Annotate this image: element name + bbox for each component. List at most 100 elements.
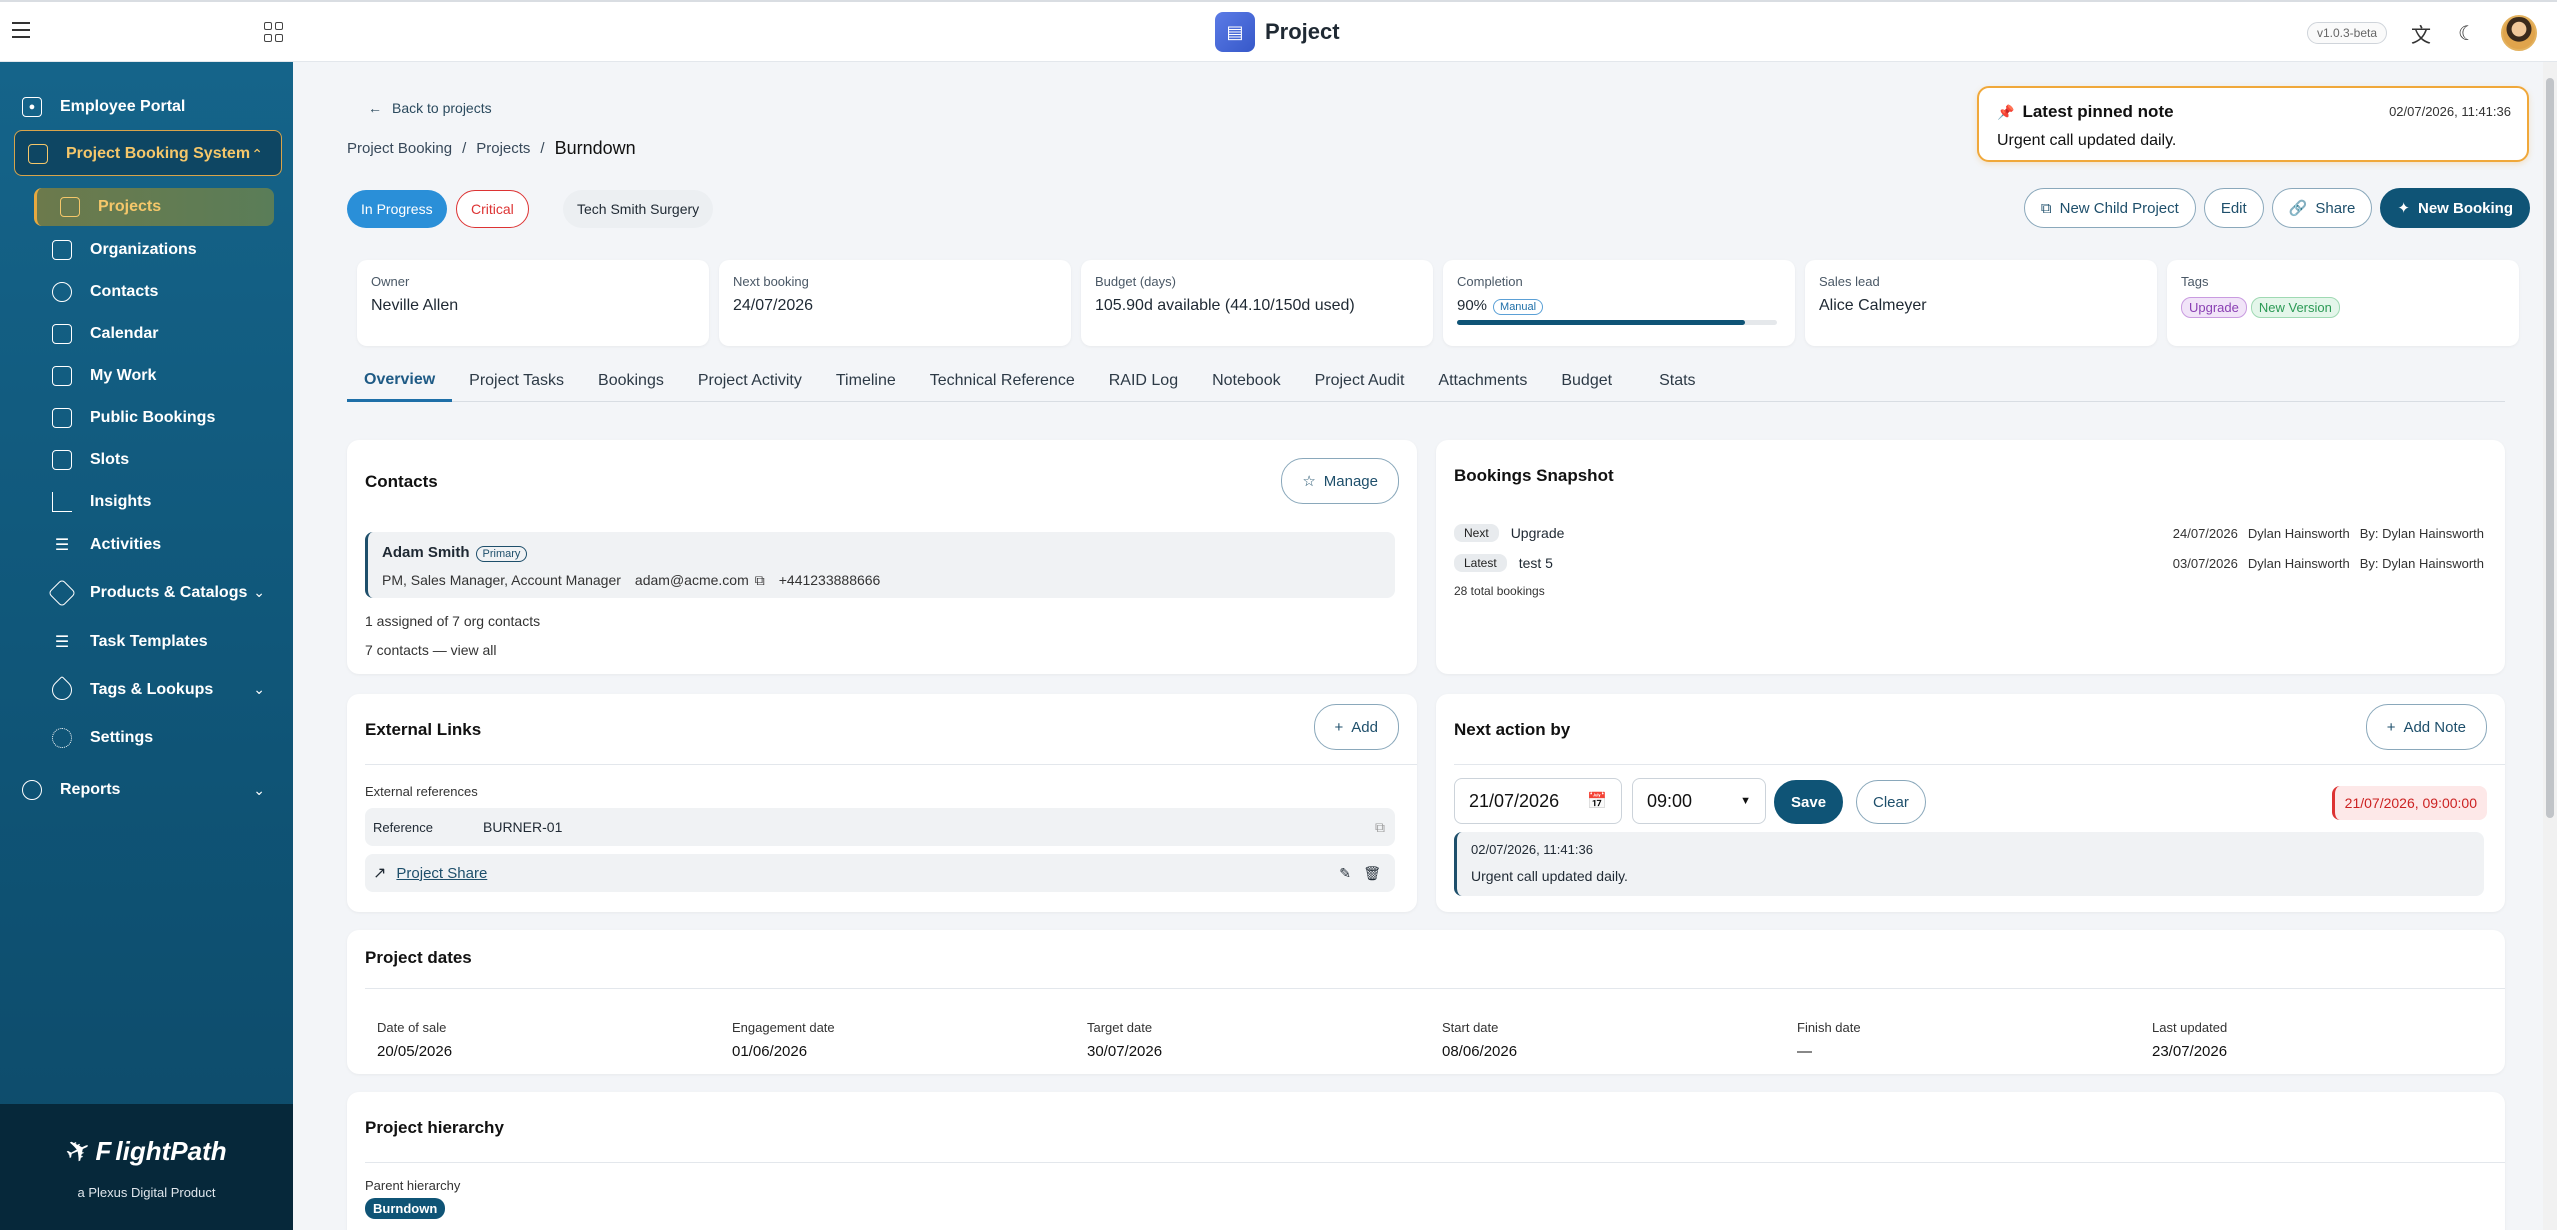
primary-contact-row[interactable]: Adam Smith Primary PM, Sales Manager, Acc… (365, 532, 1395, 598)
back-to-projects-link[interactable]: ← Back to projects (368, 100, 492, 116)
sidebar-item-products-catalogs[interactable]: Products & Catalogs (47, 578, 248, 608)
sidebar-item-project-booking-system[interactable]: Project Booking System (28, 139, 250, 169)
booking-by: By: Dylan Hainsworth (2359, 555, 2484, 571)
tab-project-activity[interactable]: Project Activity (681, 360, 819, 402)
contact-email[interactable]: adam@acme.com (635, 572, 749, 589)
reference-row: Reference BURNER-01 ⧉ (365, 808, 1395, 846)
external-links-title: External Links (365, 720, 482, 739)
tab-project-audit[interactable]: Project Audit (1298, 360, 1422, 402)
tags-card: Tags Upgrade New Version (2167, 260, 2519, 346)
sidebar-item-projects[interactable]: Projects (60, 192, 161, 222)
completion-label: Completion (1457, 274, 1523, 289)
next-action-date-input[interactable]: 21/07/2026 📅 (1454, 778, 1622, 824)
pin-icon: 📌 (1997, 103, 2015, 120)
sidebar-item-task-templates[interactable]: ☰ Task Templates (52, 627, 208, 657)
pinned-note-card[interactable]: 📌 Latest pinned note 02/07/2026, 11:41:3… (1977, 86, 2529, 162)
user-avatar[interactable] (2501, 15, 2537, 51)
tab-raid-log[interactable]: RAID Log (1092, 360, 1195, 402)
project-hierarchy-card: Project hierarchy Parent hierarchy Burnd… (347, 1092, 2505, 1230)
tab-stats[interactable]: Stats (1629, 360, 1712, 402)
share-button[interactable]: 🔗 Share (2271, 188, 2373, 228)
budget-card: Budget (days) 105.90d available (44.10/1… (1081, 260, 1433, 346)
public-calendar-icon (52, 408, 72, 428)
add-note-button[interactable]: + Add Note (2365, 704, 2487, 750)
tab-technical-reference[interactable]: Technical Reference (913, 360, 1092, 402)
sidebar-item-organizations[interactable]: Organizations (52, 235, 197, 265)
apps-grid-icon[interactable] (264, 22, 284, 42)
breadcrumb-current: Burndown (554, 138, 636, 158)
breadcrumb-projects[interactable]: Projects (476, 140, 530, 157)
booking-row-latest[interactable]: Latest test 5 03/07/2026 Dylan Hainswort… (1454, 554, 2484, 572)
sidebar-item-label: Project Booking System (66, 145, 251, 162)
date-label: Engagement date (732, 1020, 835, 1035)
sidebar-item-label: Task Templates (90, 633, 208, 650)
clear-button[interactable]: Clear (1856, 780, 1926, 824)
sidebar-item-insights[interactable]: Insights (52, 487, 151, 517)
next-booking-label: Next booking (733, 274, 809, 289)
edit-button[interactable]: Edit (2203, 188, 2264, 228)
new-booking-button[interactable]: ✦ New Booking (2380, 188, 2530, 228)
sidebar-item-contacts[interactable]: Contacts (52, 277, 158, 307)
next-action-time-select[interactable]: 09:00 ▼ (1632, 778, 1766, 824)
trash-icon[interactable]: 🗑 (1363, 865, 1381, 882)
sidebar-item-employee-portal[interactable]: ● Employee Portal (22, 92, 185, 122)
sidebar-item-tags-lookups[interactable]: Tags & Lookups (47, 675, 213, 705)
tab-notebook[interactable]: Notebook (1195, 360, 1298, 402)
primary-badge: Primary (475, 546, 528, 562)
sidebar-item-label: Products & Catalogs (90, 584, 248, 601)
view-all-contacts-link[interactable]: 7 contacts — view all (365, 642, 497, 658)
copy-icon[interactable]: ⧉ (1375, 819, 1385, 836)
divider (365, 1162, 2505, 1163)
status-chip[interactable]: In Progress (347, 190, 447, 228)
tab-timeline[interactable]: Timeline (819, 360, 913, 402)
date-value: 21/07/2026 (1469, 790, 1560, 811)
tab-bookings[interactable]: Bookings (581, 360, 681, 402)
project-share-link[interactable]: Project Share (396, 865, 487, 882)
sidebar-item-activities[interactable]: ☰ Activities (52, 530, 161, 560)
tag-upgrade[interactable]: Upgrade (2181, 297, 2247, 318)
sidebar-item-slots[interactable]: Slots (52, 445, 129, 475)
sidebar-item-reports[interactable]: Reports (22, 775, 120, 805)
priority-chip[interactable]: Critical (456, 190, 529, 228)
app-title: Project (1265, 19, 1340, 44)
booking-system-icon (28, 144, 48, 164)
translate-icon[interactable]: 文 (2409, 19, 2433, 48)
tab-budget[interactable]: Budget (1544, 360, 1629, 402)
client-chip[interactable]: Tech Smith Surgery (563, 190, 714, 228)
chevron-down-icon[interactable]: ⌄ (253, 782, 265, 799)
add-link-button[interactable]: + Add (1313, 704, 1399, 750)
contact-info: PM, Sales Manager, Account Manager adam@… (382, 572, 880, 589)
date-label: Date of sale (377, 1020, 447, 1035)
hamburger-menu-icon[interactable] (12, 22, 32, 40)
calendar-icon[interactable]: 📅 (1587, 791, 1607, 811)
sidebar-item-public-bookings[interactable]: Public Bookings (52, 403, 215, 433)
budget-label: Budget (days) (1095, 274, 1176, 289)
edit-icon[interactable]: ✎ (1339, 865, 1351, 882)
new-child-project-button[interactable]: ⧉ New Child Project (2023, 188, 2196, 228)
sidebar-item-calendar[interactable]: Calendar (52, 319, 158, 349)
tag-new-version[interactable]: New Version (2250, 297, 2340, 318)
save-button[interactable]: Save (1774, 780, 1844, 824)
chevron-down-icon[interactable]: ⌄ (253, 584, 265, 601)
hierarchy-chip[interactable]: Burndown (365, 1198, 446, 1219)
sidebar-item-label: My Work (90, 367, 157, 384)
sidebar-item-my-work[interactable]: My Work (52, 361, 156, 391)
scrollbar-thumb[interactable] (2546, 78, 2554, 818)
booking-row-next[interactable]: Next Upgrade 24/07/2026 Dylan Hainsworth… (1454, 524, 2484, 542)
theme-toggle-icon[interactable]: ☾ (2455, 21, 2479, 46)
tab-attachments[interactable]: Attachments (1421, 360, 1544, 402)
scrollbar[interactable] (2543, 62, 2557, 1230)
tab-overview[interactable]: Overview (347, 360, 453, 402)
note-body: Urgent call updated daily. (1471, 868, 1628, 884)
manage-contacts-button[interactable]: ☆ Manage (1281, 458, 1399, 504)
breadcrumb-project-booking[interactable]: Project Booking (347, 140, 452, 157)
contact-phone[interactable]: +441233888666 (779, 572, 881, 589)
tab-project-tasks[interactable]: Project Tasks (452, 360, 581, 402)
total-bookings: 28 total bookings (1454, 584, 1545, 598)
project-dates-card: Project dates Date of sale 20/05/2026 Eng… (347, 930, 2505, 1074)
copy-icon[interactable]: ⧉ (755, 572, 765, 589)
chevron-down-icon[interactable]: ⌄ (253, 681, 265, 698)
sidebar-item-settings[interactable]: Settings (52, 723, 153, 753)
clock-calendar-icon (52, 450, 72, 470)
chevron-up-icon[interactable]: ⌃ (251, 146, 263, 163)
